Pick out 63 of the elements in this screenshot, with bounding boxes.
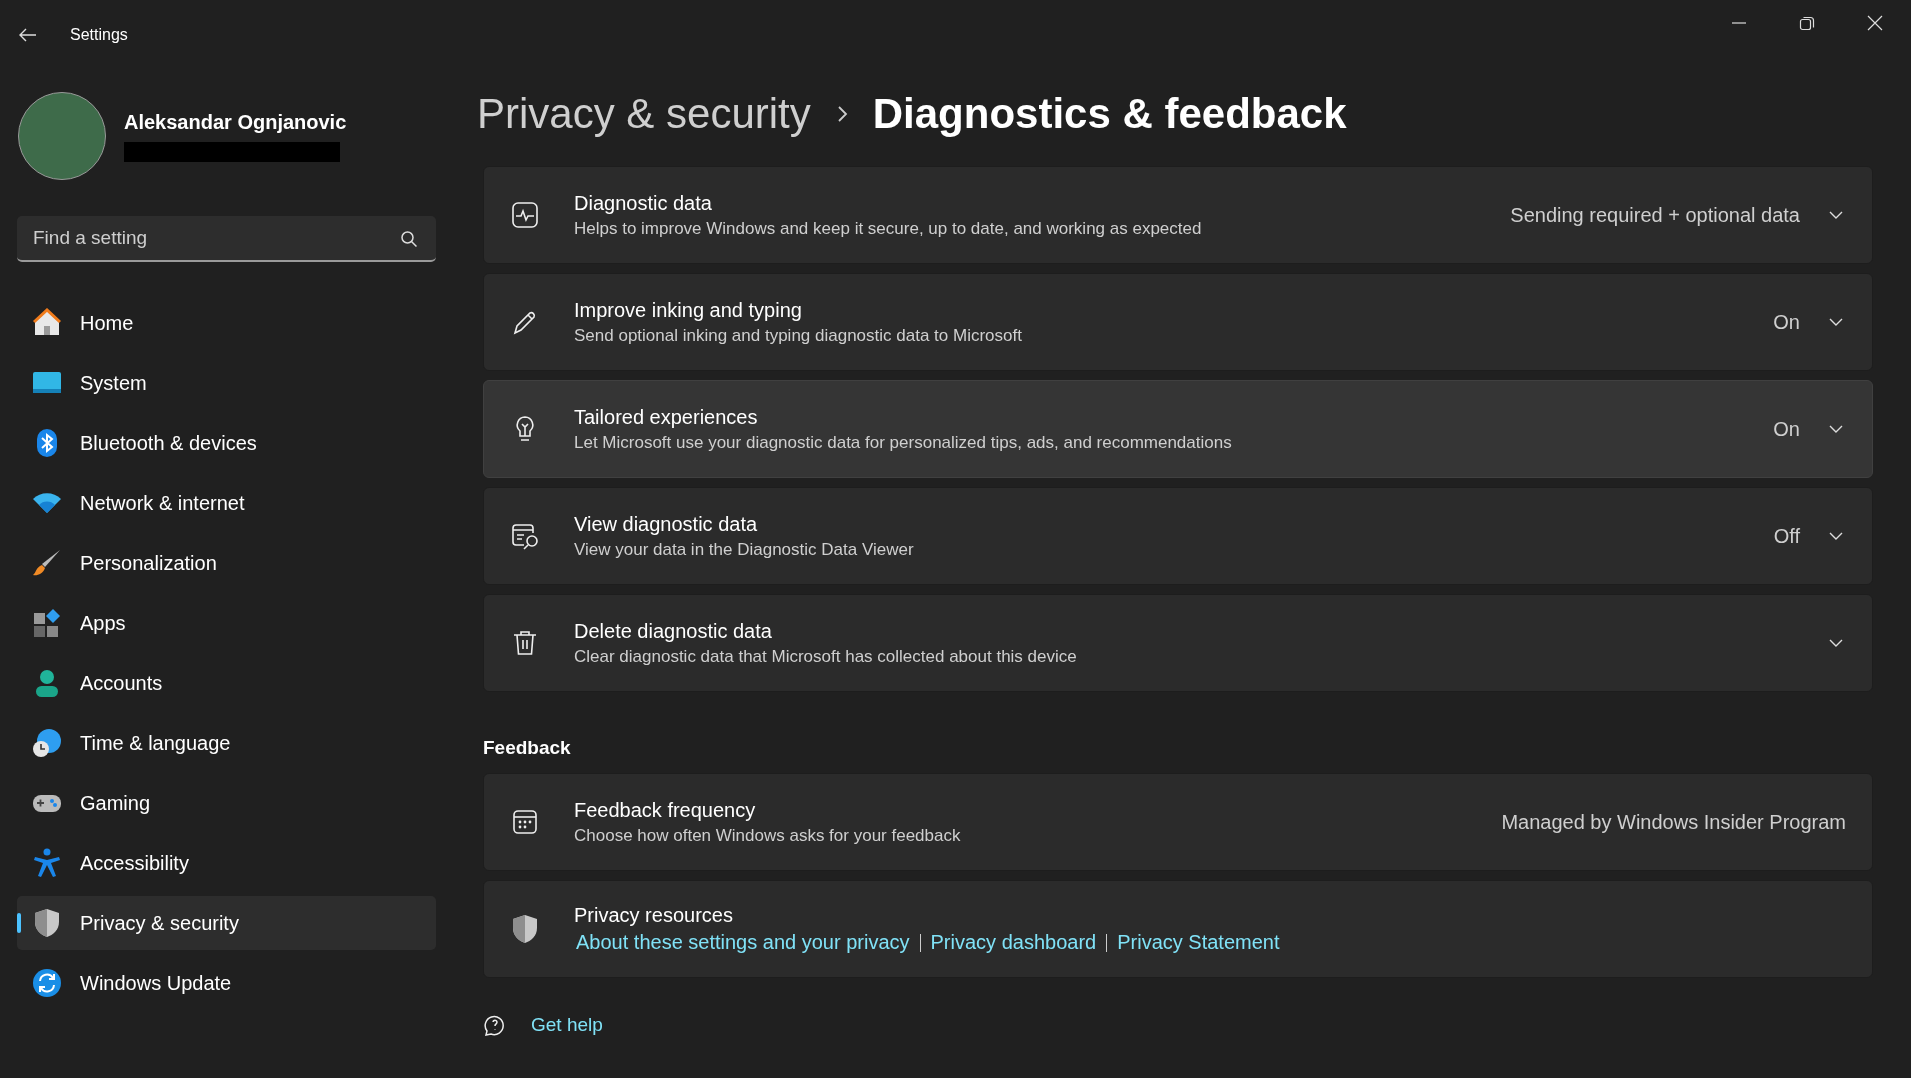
- privacy-link[interactable]: Privacy dashboard: [928, 931, 1099, 954]
- calendar-icon: [510, 808, 540, 836]
- setting-description: Clear diagnostic data that Microsoft has collected about this device: [574, 646, 1078, 667]
- breadcrumb-link[interactable]: Privacy & security: [477, 90, 811, 138]
- setting-title: Improve inking and typing: [574, 298, 803, 322]
- setting-card[interactable]: Diagnostic data Helps to improve Windows and keep it secure, up to date, and working as expected Sending required + optional data: [483, 166, 1873, 264]
- paintbrush-icon: [32, 548, 62, 578]
- setting-description: Helps to improve Windows and keep it secure, up to date, and working as expected: [574, 218, 1203, 239]
- nav-item[interactable]: System: [17, 356, 436, 410]
- nav-item[interactable]: Personalization: [17, 536, 436, 590]
- privacy-link[interactable]: About these settings and your privacy: [574, 931, 912, 954]
- selection-indicator: [17, 913, 21, 933]
- search-field[interactable]: Find a setting: [17, 216, 436, 262]
- nav-item[interactable]: Gaming: [17, 776, 436, 830]
- setting-value: On: [1773, 310, 1800, 334]
- nav-item[interactable]: Home: [17, 296, 436, 350]
- nav-item[interactable]: Time & language: [17, 716, 436, 770]
- setting-description: Choose how often Windows asks for your feedback: [574, 825, 962, 846]
- setting-description: View your data in the Diagnostic Data Viewer: [574, 539, 915, 560]
- help-icon: [483, 1013, 507, 1037]
- setting-value: Off: [1773, 524, 1800, 548]
- setting-card[interactable]: View diagnostic data View your data in the Diagnostic Data Viewer Off: [483, 487, 1873, 585]
- setting-value: Sending required + optional data: [1510, 203, 1800, 227]
- close-icon: [1867, 15, 1883, 31]
- setting-description: Let Microsoft use your diagnostic data for personalized tips, ads, and recommendations: [574, 432, 1233, 453]
- nav-item[interactable]: Network & internet: [17, 476, 436, 530]
- nav-item[interactable]: Accessibility: [17, 836, 436, 890]
- setting-title: Feedback frequency: [574, 798, 757, 822]
- minimize-icon: [1732, 22, 1746, 24]
- help-link[interactable]: Get help: [529, 1014, 605, 1036]
- nav-item[interactable]: Windows Update: [17, 956, 436, 1010]
- setting-card[interactable]: Privacy resources About these settings and your privacy Privacy dashboard Privacy Statement: [483, 880, 1873, 978]
- setting-title: View diagnostic data: [574, 512, 759, 536]
- setting-card[interactable]: Tailored experiences Let Microsoft use your diagnostic data for personalized tips, ads, and recommendations On: [483, 380, 1873, 478]
- nav-item[interactable]: Bluetooth & devices: [17, 416, 436, 470]
- setting-title: Diagnostic data: [574, 191, 713, 215]
- user-name: Aleksandar Ognjanovic: [124, 110, 347, 134]
- page-title: Diagnostics & feedback: [872, 90, 1347, 138]
- setting-value: Managed by Windows Insider Program: [1501, 810, 1846, 834]
- accessibility-icon: [32, 848, 62, 878]
- shield-icon: [32, 908, 62, 938]
- setting-card[interactable]: Feedback frequency Choose how often Windows asks for your feedback Managed by Windows Insider Program: [483, 773, 1873, 871]
- refresh-icon: [32, 968, 62, 998]
- setting-title: Privacy resources: [574, 904, 734, 927]
- section-heading: Feedback: [483, 737, 572, 759]
- restore-icon: [1799, 15, 1815, 31]
- setting-title: Delete diagnostic data: [574, 619, 773, 643]
- search-icon: [400, 230, 418, 248]
- globe-clock-icon: [32, 728, 62, 758]
- privacy-link[interactable]: Privacy Statement: [1115, 931, 1282, 954]
- setting-title: Tailored experiences: [574, 405, 759, 429]
- nav-item[interactable]: Accounts: [17, 656, 436, 710]
- house-icon: [32, 308, 62, 338]
- nav-item[interactable]: Privacy & security: [17, 896, 436, 950]
- setting-description: Send optional inking and typing diagnostic data to Microsoft: [574, 325, 1023, 346]
- setting-card[interactable]: Improve inking and typing Send optional inking and typing diagnostic data to Microsoft On: [483, 273, 1873, 371]
- window-title: Settings: [70, 26, 129, 44]
- pulse-icon: [510, 201, 540, 229]
- setting-card[interactable]: Delete diagnostic data Clear diagnostic data that Microsoft has collected about this device: [483, 594, 1873, 692]
- setting-value: On: [1773, 417, 1800, 441]
- shield-icon: [510, 914, 540, 944]
- apps-icon: [32, 608, 62, 638]
- nav-item[interactable]: Apps: [17, 596, 436, 650]
